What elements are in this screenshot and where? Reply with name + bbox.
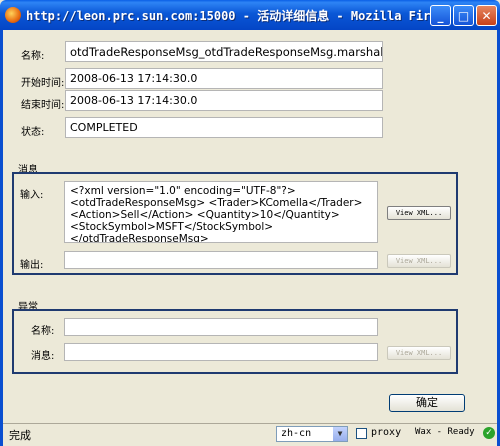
input-xml-area[interactable]: <?xml version="1.0" encoding="UTF-8"?> <… bbox=[64, 181, 378, 243]
end-time-label: 结束时间: bbox=[21, 100, 65, 111]
exception-message-field[interactable] bbox=[64, 343, 378, 361]
name-field[interactable]: otdTradeResponseMsg_otdTradeResponseMsg.… bbox=[65, 41, 383, 62]
status-label: 状态: bbox=[21, 127, 45, 138]
exception-message-label: 消息: bbox=[31, 351, 55, 362]
output-field[interactable] bbox=[64, 251, 378, 269]
status-bar: 完成 zh-cn ▼ proxy Wax - Ready ✓ bbox=[3, 423, 497, 444]
language-select[interactable]: zh-cn ▼ bbox=[276, 426, 348, 442]
window-title: http://leon.prc.sun.com:15000 - 活动详细信息 -… bbox=[26, 9, 453, 23]
status-field[interactable]: COMPLETED bbox=[65, 117, 383, 138]
input-label: 输入: bbox=[20, 190, 44, 201]
title-bar[interactable]: http://leon.prc.sun.com:15000 - 活动详细信息 -… bbox=[0, 0, 500, 30]
firefox-icon bbox=[5, 7, 21, 23]
output-view-xml-button[interactable]: View XML... bbox=[387, 254, 451, 268]
browser-window: http://leon.prc.sun.com:15000 - 活动详细信息 -… bbox=[0, 0, 500, 446]
end-time-field[interactable]: 2008-06-13 17:14:30.0 bbox=[65, 90, 383, 111]
wax-status: Wax - Ready bbox=[415, 427, 475, 437]
minimize-button[interactable]: _ bbox=[430, 5, 451, 26]
chevron-down-icon[interactable]: ▼ bbox=[333, 427, 347, 441]
status-text: 完成 bbox=[9, 429, 31, 442]
proxy-checkbox[interactable] bbox=[356, 428, 367, 439]
name-label: 名称: bbox=[21, 51, 45, 62]
exception-name-label: 名称: bbox=[31, 326, 55, 337]
proxy-label: proxy bbox=[371, 427, 402, 438]
start-time-label: 开始时间: bbox=[21, 78, 65, 89]
exception-name-field[interactable] bbox=[64, 318, 378, 336]
language-value: zh-cn bbox=[281, 428, 312, 439]
start-time-field[interactable]: 2008-06-13 17:14:30.0 bbox=[65, 68, 383, 89]
input-view-xml-button[interactable]: View XML... bbox=[387, 206, 451, 220]
output-label: 输出: bbox=[20, 260, 44, 271]
maximize-button[interactable]: □ bbox=[453, 5, 474, 26]
window-frame-left bbox=[0, 30, 3, 446]
close-button[interactable]: ✕ bbox=[476, 5, 497, 26]
check-icon: ✓ bbox=[483, 427, 495, 439]
ok-button[interactable]: 确定 bbox=[389, 394, 465, 412]
exception-view-xml-button[interactable]: View XML... bbox=[387, 346, 451, 360]
